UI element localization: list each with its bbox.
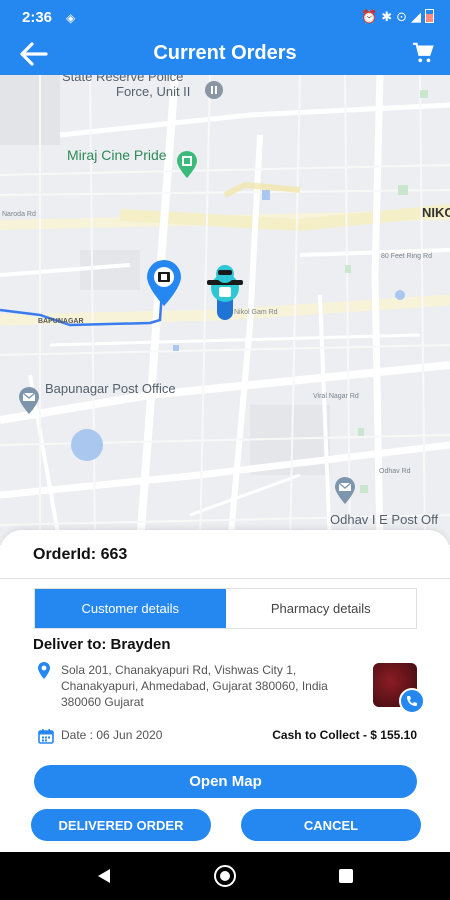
- map-label-force: Force, Unit II: [116, 84, 191, 99]
- map-label-naroda-road: Naroda Rd: [2, 211, 36, 218]
- alarm-icon: ⏰: [361, 9, 382, 24]
- order-details-sheet: OrderId: 663 Customer details Pharmacy d…: [0, 530, 450, 852]
- map-label-viral-road: Viral Nagar Rd: [313, 393, 359, 400]
- map-label-cinema: Miraj Cine Pride: [67, 147, 167, 163]
- map-label-bapunagar: BAPUNAGAR: [38, 318, 84, 325]
- calendar-icon: [38, 729, 54, 744]
- map-view[interactable]: State Reserve Police Force, Unit II Mira…: [0, 75, 450, 545]
- map-label-reserve: State Reserve Police: [62, 75, 184, 84]
- tab-customer-details[interactable]: Customer details: [35, 589, 226, 628]
- tab-pharmacy-details[interactable]: Pharmacy details: [226, 589, 417, 628]
- police-pin-icon: [205, 81, 223, 99]
- location-icon: ⊙: [396, 9, 411, 24]
- delivered-order-button[interactable]: DELIVERED ORDER: [31, 809, 211, 841]
- app-bar: Current Orders: [0, 34, 450, 75]
- nav-back-icon[interactable]: [96, 868, 112, 884]
- top-bar: 2:36 ◈ ⏰✱⊙◢ Current Orders: [0, 0, 450, 75]
- open-map-button[interactable]: Open Map: [34, 765, 417, 798]
- map-label-bapunagar-post: Bapunagar Post Office: [45, 381, 176, 396]
- bluetooth-icon: ✱: [381, 9, 397, 24]
- system-nav-bar: [0, 852, 450, 900]
- battery-icon: [425, 9, 434, 23]
- location-pin-icon: [38, 662, 50, 679]
- call-button[interactable]: [399, 688, 425, 714]
- cinema-pin-icon: [177, 151, 197, 178]
- status-icons: ⏰✱⊙◢: [361, 9, 434, 25]
- cancel-button[interactable]: CANCEL: [241, 809, 421, 841]
- order-date: Date : 06 Jun 2020: [61, 728, 163, 742]
- notification-icon: ◈: [66, 11, 76, 25]
- post-office-pin-icon: [19, 387, 39, 414]
- map-label-ring-road: 80 Feet Ring Rd: [381, 253, 432, 260]
- wifi-icon: ◢: [411, 9, 425, 24]
- map-label-odhav-road: Odhav Rd: [379, 468, 411, 475]
- map-label-nikol-road: Nikol Gam Rd: [234, 309, 278, 316]
- map-label-niko: NIKO: [422, 205, 450, 220]
- store-pin-icon[interactable]: [145, 260, 183, 308]
- details-tabs: Customer details Pharmacy details: [34, 588, 417, 629]
- status-bar: 2:36 ◈ ⏰✱⊙◢: [0, 0, 450, 34]
- post-office-pin-icon: [335, 477, 355, 504]
- order-id: OrderId: 663: [33, 546, 128, 563]
- map-label-odhav-post: Odhav I E Post Off: [330, 512, 439, 527]
- nav-home-icon[interactable]: [214, 865, 236, 887]
- delivery-address: Sola 201, Chanakyapuri Rd, Vishwas City …: [61, 663, 328, 709]
- cash-to-collect: Cash to Collect - $ 155.10: [272, 728, 417, 742]
- deliver-to: Deliver to: Brayden: [33, 636, 171, 653]
- cart-icon[interactable]: [412, 42, 434, 64]
- nav-recents-icon[interactable]: [339, 869, 353, 883]
- status-time: 2:36: [22, 9, 53, 26]
- phone-icon: [407, 696, 417, 706]
- app-screen: 2:36 ◈ ⏰✱⊙◢ Current Orders State Reserve…: [0, 0, 450, 900]
- divider: [0, 578, 450, 579]
- page-title: Current Orders: [153, 42, 297, 64]
